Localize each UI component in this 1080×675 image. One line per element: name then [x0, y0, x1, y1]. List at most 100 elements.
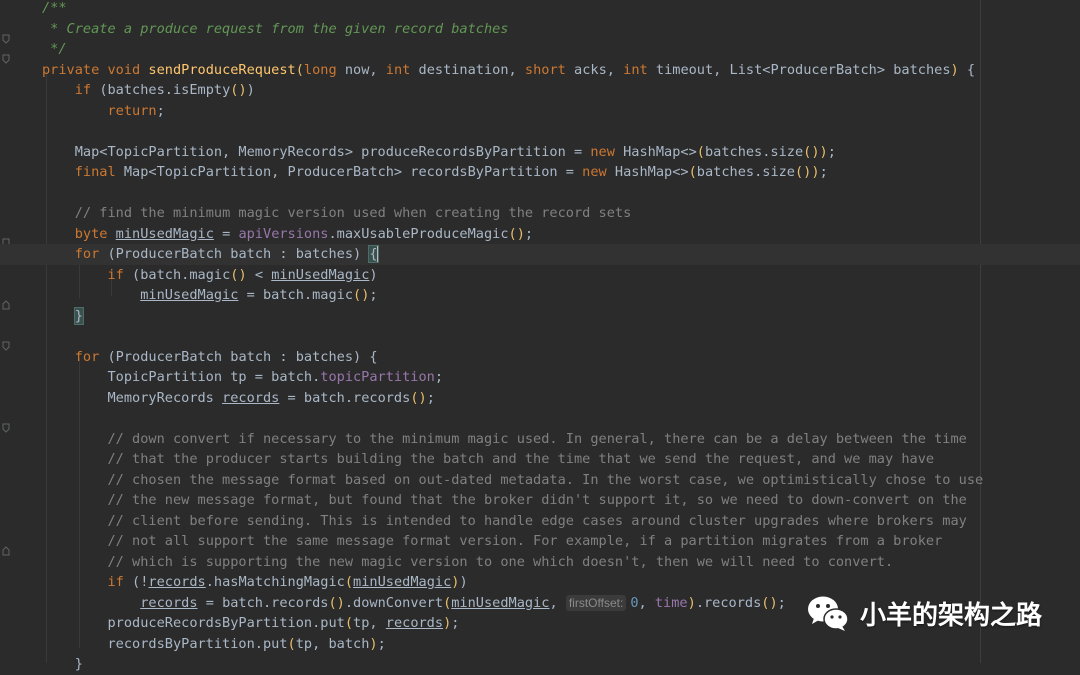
code-token: (): [795, 164, 812, 180]
code-line[interactable]: for (ProducerBatch batch : batches) {: [0, 244, 1080, 265]
code-token: (: [287, 635, 296, 652]
code-line[interactable]: TopicPartition tp = batch.topicPartition…: [0, 367, 1080, 388]
code-token: ;: [819, 164, 828, 180]
code-token: // that the producer starts building the…: [107, 451, 935, 467]
code-token: }: [42, 656, 83, 672]
code-line[interactable]: private void sendProduceRequest(long now…: [0, 60, 1080, 81]
code-line[interactable]: // which is supporting the new magic ver…: [0, 552, 1080, 573]
code-line[interactable]: */: [0, 39, 1080, 60]
code-token: = batch.records: [197, 594, 329, 611]
code-token: */: [42, 41, 67, 57]
code-token: ): [819, 143, 828, 160]
code-token: .records: [695, 594, 762, 611]
code-token: minUsedMagic: [353, 574, 452, 590]
code-token: ): [687, 594, 696, 611]
parameter-hint: firstOffset:: [565, 594, 627, 611]
code-line[interactable]: minUsedMagic = batch.magic();: [0, 285, 1080, 306]
code-token: ;: [377, 635, 386, 652]
code-token: .hasMatchingMagic: [205, 574, 345, 590]
code-token: // chosen the message format based on ou…: [107, 471, 984, 488]
code-line[interactable]: MemoryRecords records = batch.records();: [0, 388, 1080, 409]
code-line[interactable]: [0, 326, 1080, 347]
code-token: topicPartition: [320, 369, 435, 385]
code-token: apiVersions: [238, 225, 329, 242]
code-line[interactable]: }: [0, 654, 1080, 675]
code-token: (: [696, 143, 705, 160]
code-token: ;: [827, 143, 836, 160]
code-line[interactable]: for (ProducerBatch batch : batches) {: [0, 347, 1080, 368]
code-token: tp,: [353, 615, 386, 631]
code-line[interactable]: /**: [0, 0, 1080, 19]
code-token: ;: [369, 287, 378, 303]
code-token: (: [688, 164, 697, 180]
code-token: (!: [132, 574, 149, 590]
code-token: new: [590, 143, 624, 160]
code-line[interactable]: }: [0, 306, 1080, 327]
code-editor[interactable]: /** * Create a produce request from the …: [0, 0, 1080, 672]
code-token: minUsedMagic: [140, 287, 239, 303]
code-token: sendProduceRequest: [148, 61, 296, 78]
code-line[interactable]: // find the minimum magic version used w…: [0, 203, 1080, 224]
code-line[interactable]: return;: [0, 101, 1080, 122]
code-token: HashMap<>: [623, 143, 697, 160]
code-token: for: [74, 348, 108, 365]
watermark-text: 小羊的架构之路: [860, 600, 1043, 631]
code-token: (batch.magic: [132, 266, 231, 283]
code-token: Map<TopicPartition, ProducerBatch> recor…: [123, 164, 583, 180]
code-token: (: [295, 61, 304, 78]
code-token: {: [958, 61, 976, 78]
code-line[interactable]: // not all support the same message form…: [0, 531, 1080, 552]
code-token: (): [353, 287, 370, 303]
code-token: records: [140, 594, 198, 611]
code-token: now,: [344, 61, 386, 78]
code-token: (): [410, 389, 427, 406]
code-line[interactable]: [0, 183, 1080, 204]
code-token: ,: [549, 594, 566, 611]
code-token: ): [950, 61, 959, 78]
code-line[interactable]: // that the producer starts building the…: [0, 449, 1080, 470]
code-token: .downConvert: [344, 594, 444, 611]
wechat-icon: [808, 596, 849, 631]
code-line[interactable]: // chosen the message format based on ou…: [0, 470, 1080, 491]
code-token: // client before sending. This is intend…: [107, 512, 967, 529]
code-line[interactable]: // the new message format, but found tha…: [0, 490, 1080, 511]
code-token: time: [654, 594, 688, 611]
code-token: minUsedMagic: [451, 594, 550, 611]
code-token: ;: [451, 615, 460, 631]
code-line[interactable]: // client before sending. This is intend…: [0, 511, 1080, 532]
code-token: (): [803, 143, 820, 160]
code-token: ): [246, 82, 255, 98]
code-token: ): [369, 635, 378, 652]
code-line[interactable]: // down convert if necessary to the mini…: [0, 429, 1080, 450]
code-line[interactable]: if (batch.magic() < minUsedMagic): [0, 265, 1080, 286]
code-token: minUsedMagic: [271, 266, 370, 283]
code-token: (ProducerBatch batch : batches): [107, 246, 370, 262]
code-line[interactable]: * Create a produce request from the give…: [0, 19, 1080, 40]
code-line[interactable]: Map<TopicPartition, MemoryRecords> produ…: [0, 142, 1080, 163]
code-token: ;: [524, 225, 534, 242]
code-line[interactable]: byte minUsedMagic = apiVersions.maxUsabl…: [0, 224, 1080, 245]
code-token: tp, batch: [295, 635, 370, 652]
code-token: ): [811, 164, 820, 180]
code-token: // not all support the same message form…: [107, 533, 943, 549]
code-line[interactable]: if (batches.isEmpty()): [0, 80, 1080, 101]
code-token: minUsedMagic: [115, 225, 214, 242]
code-token: ): [369, 266, 378, 283]
code-token: byte: [74, 225, 116, 242]
code-line[interactable]: [0, 121, 1080, 142]
code-token: new: [582, 164, 615, 180]
code-line[interactable]: [0, 408, 1080, 429]
code-token: ;: [777, 594, 786, 611]
code-token: .maxUsableProduceMagic: [328, 225, 509, 242]
code-line[interactable]: final Map<TopicPartition, ProducerBatch>…: [0, 162, 1080, 183]
